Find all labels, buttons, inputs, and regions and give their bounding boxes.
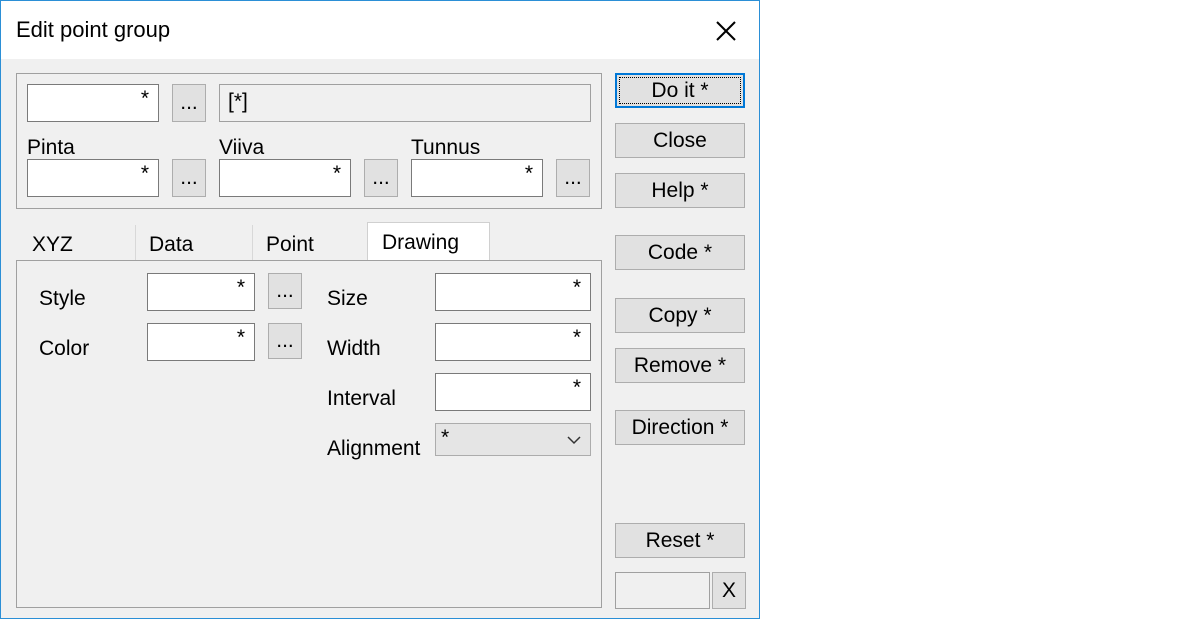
x-button[interactable]: X <box>712 572 746 609</box>
width-field[interactable]: * <box>435 323 591 361</box>
bottom-field[interactable] <box>615 572 710 609</box>
style-browse-button[interactable]: ... <box>268 273 302 309</box>
size-field[interactable]: * <box>435 273 591 311</box>
tab-data[interactable]: Data <box>135 225 253 261</box>
title-bar: Edit point group <box>1 1 759 59</box>
tab-point[interactable]: Point <box>252 225 368 261</box>
copy-button[interactable]: Copy * <box>615 298 745 333</box>
color-browse-button[interactable]: ... <box>268 323 302 359</box>
width-label: Width <box>327 337 381 360</box>
tunnus-browse-button[interactable]: ... <box>556 159 590 197</box>
remove-button[interactable]: Remove * <box>615 348 745 383</box>
do-it-button[interactable]: Do it * <box>615 73 745 108</box>
color-label: Color <box>39 337 90 360</box>
help-button[interactable]: Help * <box>615 173 745 208</box>
tab-drawing[interactable]: Drawing <box>367 222 490 262</box>
interval-label: Interval <box>327 387 396 410</box>
viiva-field[interactable]: * <box>219 159 351 197</box>
direction-button[interactable]: Direction * <box>615 410 745 445</box>
size-label: Size <box>327 287 368 310</box>
header-group: * ... [*] Pinta * ... Viiva * ... Tunnus… <box>16 73 602 209</box>
close-button[interactable]: Close <box>615 123 745 158</box>
alignment-select[interactable]: * <box>435 423 591 456</box>
pinta-field[interactable]: * <box>27 159 159 197</box>
color-field[interactable]: * <box>147 323 255 361</box>
chevron-down-icon <box>567 436 581 445</box>
tunnus-label: Tunnus <box>411 136 481 159</box>
path-display: [*] <box>219 84 591 122</box>
style-label: Style <box>39 287 86 310</box>
interval-field[interactable]: * <box>435 373 591 411</box>
tab-xyz[interactable]: XYZ <box>18 225 136 261</box>
edit-point-group-dialog: Edit point group * ... [*] Pinta * ... V… <box>0 0 760 619</box>
alignment-label: Alignment <box>327 437 421 460</box>
pinta-browse-button[interactable]: ... <box>172 159 206 197</box>
group-field[interactable]: * <box>27 84 159 122</box>
close-icon[interactable] <box>710 15 742 47</box>
group-browse-button[interactable]: ... <box>172 84 206 122</box>
style-field[interactable]: * <box>147 273 255 311</box>
pinta-label: Pinta <box>27 136 75 159</box>
dialog-title: Edit point group <box>16 17 171 42</box>
tunnus-field[interactable]: * <box>411 159 543 197</box>
reset-button[interactable]: Reset * <box>615 523 745 558</box>
drawing-tab-panel: Style * ... Color * ... Size * Width * I… <box>16 260 602 608</box>
code-button[interactable]: Code * <box>615 235 745 270</box>
viiva-browse-button[interactable]: ... <box>364 159 398 197</box>
viiva-label: Viiva <box>219 136 265 159</box>
